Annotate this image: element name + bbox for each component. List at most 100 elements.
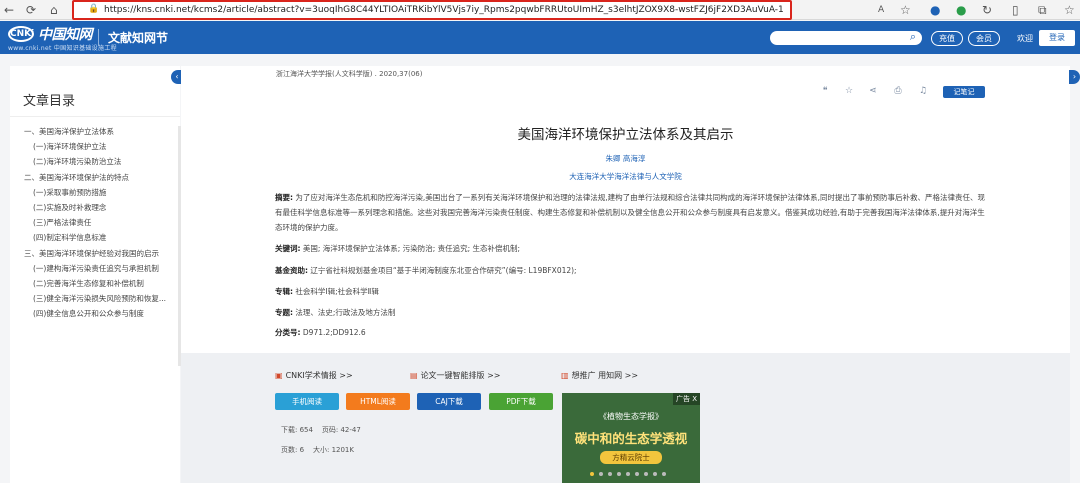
downloads-count: 654 <box>299 426 313 434</box>
column: 专辑: 社会科学Ⅰ辑;社会科学Ⅱ辑 <box>275 284 379 299</box>
ad-journal: 《植物生态学报》 <box>599 412 663 421</box>
journal-source[interactable]: 浙江海洋大学学报(人文科学版) . 2020,37(06) <box>276 69 422 79</box>
refresh-icon[interactable]: ⟳ <box>26 2 36 18</box>
link-label: 论文一键智能排版 >> <box>420 371 501 380</box>
abstract-text: 为了应对海洋生态危机和防控海洋污染,美国出台了一系列有关海洋环境保护和治理的法律… <box>275 193 986 232</box>
smart-format-link[interactable]: ▤ 论文一键智能排版 >> <box>410 370 501 381</box>
stats-row-1: 下载: 654 页码: 42-47 <box>281 425 361 435</box>
pages-value: 42-47 <box>340 426 361 434</box>
toc-item[interactable]: (二)海洋环境污染防治立法 <box>24 154 180 169</box>
article-title: 美国海洋环境保护立法体系及其启示 <box>517 127 734 143</box>
quote-icon[interactable]: ❝ <box>819 86 831 96</box>
favorites-icon[interactable]: ☆ <box>1064 2 1075 18</box>
link-label: 想推广 用知网 >> <box>571 371 639 380</box>
affiliation[interactable]: 大连海洋大学海洋法律与人文学院 <box>181 171 1070 182</box>
keywords: 关键词: 美国; 海洋环境保护立法体系; 污染防治; 责任追究; 生态补偿机制; <box>275 241 520 256</box>
refresh-icon[interactable]: ↻ <box>982 2 992 18</box>
section-title: 文献知网节 <box>108 31 169 45</box>
link-label: CNKI学术情报 >> <box>285 371 353 380</box>
favorite-star-icon[interactable]: ☆ <box>900 2 911 18</box>
carousel-dot[interactable] <box>653 472 657 476</box>
article-panel: 浙江海洋大学学报(人文科学版) . 2020,37(06) ❝ ☆ ⋖ ⎙ ♫ … <box>181 66 1070 353</box>
topic-text: 法理、法史;行政法及地方法制 <box>295 308 396 317</box>
collapse-right-icon[interactable]: › <box>1069 70 1080 84</box>
read-aloud-icon[interactable]: A <box>878 2 884 18</box>
stats-row-2: 页数: 6 大小: 1201K <box>281 445 354 455</box>
ad-banner[interactable]: 广告 X 《植物生态学报》 碳中和的生态学透视 方精云院士 <box>562 393 700 483</box>
favorite-star-icon[interactable]: ☆ <box>843 86 855 96</box>
promote-icon: ▥ <box>561 371 569 380</box>
class-label: 分类号: <box>275 328 301 337</box>
topic: 专题: 法理、法史;行政法及地方法制 <box>275 305 395 320</box>
carousel-dot[interactable] <box>626 472 630 476</box>
cnki-logo-icon[interactable]: CNKi <box>8 26 34 42</box>
carousel-dot[interactable] <box>590 472 594 476</box>
document-icon: ▤ <box>410 371 418 380</box>
recharge-button[interactable]: 充值 <box>931 31 963 46</box>
carousel-dot[interactable] <box>644 472 648 476</box>
keywords-label: 关键词: <box>275 244 301 253</box>
ad-subtitle: 方精云院士 <box>600 451 662 464</box>
abstract: 摘要: 为了应对海洋生态危机和防控海洋污染,美国出台了一系列有关海洋环境保护和治… <box>275 190 987 235</box>
toc-sidebar: 文章目录 一、美国海洋保护立法体系 (一)海洋环境保护立法 (二)海洋环境污染防治立… <box>10 66 181 483</box>
keywords-text[interactable]: 美国; 海洋环境保护立法体系; 污染防治; 责任追究; 生态补偿机制; <box>303 244 520 253</box>
login-button[interactable]: 登录 <box>1039 30 1075 46</box>
toc-item[interactable]: (二)实施及时补救理念 <box>24 200 180 215</box>
mobile-read-button[interactable]: 手机阅读 <box>275 393 339 410</box>
promote-link[interactable]: ▥ 想推广 用知网 >> <box>561 370 638 381</box>
toc-item[interactable]: (二)完善海洋生态修复和补偿机制 <box>24 276 180 291</box>
size-value: 1201K <box>331 446 354 454</box>
pages-label: 页码: <box>321 426 339 434</box>
back-arrow-icon[interactable]: ← <box>4 2 14 18</box>
bell-icon[interactable]: ♫ <box>917 86 929 96</box>
carousel-dot[interactable] <box>599 472 603 476</box>
pdf-download-button[interactable]: PDF下载 <box>489 393 553 410</box>
book-icon: ▣ <box>275 371 283 380</box>
divider <box>10 116 180 117</box>
share-icon[interactable]: ⋖ <box>867 86 879 96</box>
toc-item[interactable]: 三、美国海洋环境保护经验对我国的启示 <box>24 246 180 261</box>
toc-item[interactable]: (四)制定科学信息标准 <box>24 230 180 245</box>
divider <box>98 29 99 46</box>
toc-item[interactable]: (一)采取事前预防措施 <box>24 185 180 200</box>
ad-close-tag[interactable]: 广告 X <box>672 393 700 405</box>
split-screen-icon[interactable]: ▯ <box>1012 2 1019 18</box>
extension-icon[interactable]: ● <box>930 2 940 18</box>
classification: 分类号: D971.2;DD912.6 <box>275 325 366 340</box>
toc-item[interactable]: (三)严格法律责任 <box>24 215 180 230</box>
search-input[interactable]: ⌕ <box>770 30 922 45</box>
toc-item[interactable]: (一)建构海洋污染责任追究与承担机制 <box>24 261 180 276</box>
carousel-dot[interactable] <box>662 472 666 476</box>
carousel-dot[interactable] <box>635 472 639 476</box>
url-text[interactable]: https://kns.cnki.net/kcms2/article/abstr… <box>104 5 784 15</box>
carousel-dot[interactable] <box>617 472 621 476</box>
caj-download-button[interactable]: CAJ下载 <box>417 393 481 410</box>
column-label: 专辑: <box>275 287 293 296</box>
toc-item[interactable]: 一、美国海洋保护立法体系 <box>24 124 180 139</box>
authors[interactable]: 朱卿 高海淳 <box>181 153 1070 164</box>
fund: 基金资助: 辽宁省社科规划基金项目“基于半闭海制度东北亚合作研究”(编号: L1… <box>275 263 577 278</box>
fund-text[interactable]: 辽宁省社科规划基金项目“基于半闭海制度东北亚合作研究”(编号: L19BFX01… <box>310 266 576 275</box>
toc-item[interactable]: (一)海洋环境保护立法 <box>24 139 180 154</box>
collections-icon[interactable]: ⧉ <box>1038 2 1047 18</box>
toc-item[interactable]: (四)健全信息公开和公众参与制度 <box>24 306 180 321</box>
member-button[interactable]: 会员 <box>968 31 1000 46</box>
search-icon[interactable]: ⌕ <box>910 30 916 44</box>
toc-item[interactable]: (三)健全海洋污染损失风险预防和恢复... <box>24 291 180 306</box>
toc-item[interactable]: 二、美国海洋环境保护法的特点 <box>24 170 180 185</box>
logo-text[interactable]: 中国知网 <box>38 24 93 44</box>
logo-subtitle: www.cnki.net 中国知识基础设施工程 <box>8 45 117 52</box>
address-bar[interactable]: 🔒 https://kns.cnki.net/kcms2/article/abs… <box>72 0 792 20</box>
carousel-dot[interactable] <box>608 472 612 476</box>
cnki-intel-link[interactable]: ▣ CNKI学术情报 >> <box>275 370 353 381</box>
fund-label: 基金资助: <box>275 266 308 275</box>
toc-list: 一、美国海洋保护立法体系 (一)海洋环境保护立法 (二)海洋环境污染防治立法 二、美国… <box>24 124 180 321</box>
extension-icon[interactable]: ● <box>956 2 966 18</box>
home-icon[interactable]: ⌂ <box>50 2 58 18</box>
html-read-button[interactable]: HTML阅读 <box>346 393 410 410</box>
print-icon[interactable]: ⎙ <box>892 86 904 96</box>
take-note-button[interactable]: 记笔记 <box>943 86 985 98</box>
download-panel: ▣ CNKI学术情报 >> ▤ 论文一键智能排版 >> ▥ 想推广 用知网 >> 手机… <box>181 353 1070 483</box>
column-text: 社会科学Ⅰ辑;社会科学Ⅱ辑 <box>295 287 379 296</box>
abstract-label: 摘要: <box>275 193 293 202</box>
